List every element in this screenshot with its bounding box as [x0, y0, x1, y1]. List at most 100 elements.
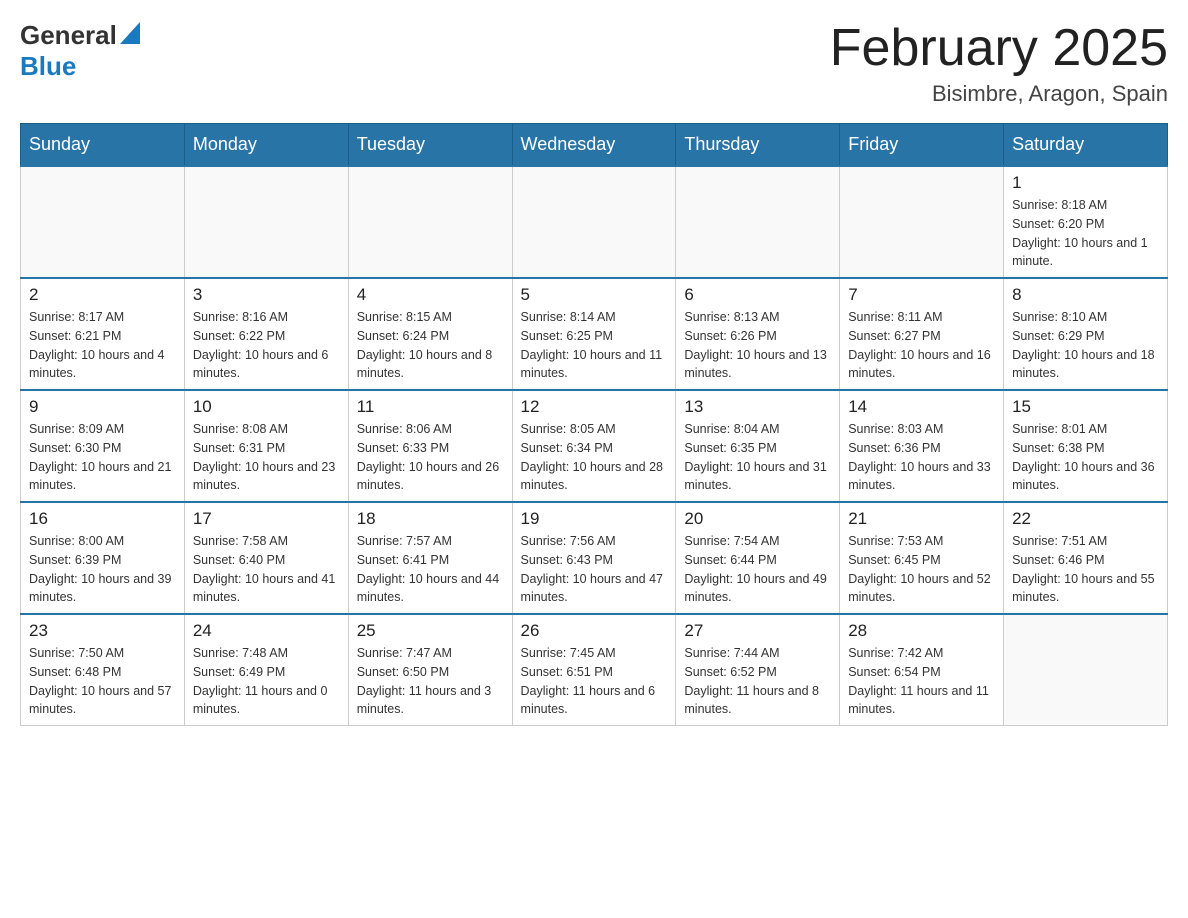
- day-number: 4: [357, 285, 504, 305]
- calendar-cell: 20 Sunrise: 7:54 AM Sunset: 6:44 PM Dayli…: [676, 502, 840, 614]
- weekday-header-thursday: Thursday: [676, 124, 840, 167]
- logo-blue: Blue: [20, 51, 76, 81]
- day-info: Sunrise: 8:04 AM Sunset: 6:35 PM Dayligh…: [684, 420, 831, 495]
- calendar-cell: 5 Sunrise: 8:14 AM Sunset: 6:25 PM Daylig…: [512, 278, 676, 390]
- day-info: Sunrise: 7:57 AM Sunset: 6:41 PM Dayligh…: [357, 532, 504, 607]
- calendar-cell: [512, 166, 676, 278]
- day-info: Sunrise: 8:17 AM Sunset: 6:21 PM Dayligh…: [29, 308, 176, 383]
- weekday-header-wednesday: Wednesday: [512, 124, 676, 167]
- calendar-week-5: 23 Sunrise: 7:50 AM Sunset: 6:48 PM Dayli…: [21, 614, 1168, 726]
- day-info: Sunrise: 7:54 AM Sunset: 6:44 PM Dayligh…: [684, 532, 831, 607]
- day-info: Sunrise: 7:48 AM Sunset: 6:49 PM Dayligh…: [193, 644, 340, 719]
- day-number: 15: [1012, 397, 1159, 417]
- calendar-cell: 9Sunrise: 8:09 AM Sunset: 6:30 PM Daylig…: [21, 390, 185, 502]
- day-number: 14: [848, 397, 995, 417]
- logo-triangle-icon: [120, 22, 140, 44]
- weekday-header-friday: Friday: [840, 124, 1004, 167]
- calendar-cell: 26Sunrise: 7:45 AM Sunset: 6:51 PM Dayli…: [512, 614, 676, 726]
- weekday-header-monday: Monday: [184, 124, 348, 167]
- weekday-header-sunday: Sunday: [21, 124, 185, 167]
- day-number: 18: [357, 509, 504, 529]
- calendar-week-2: 2 Sunrise: 8:17 AM Sunset: 6:21 PM Daylig…: [21, 278, 1168, 390]
- day-info: Sunrise: 7:47 AM Sunset: 6:50 PM Dayligh…: [357, 644, 504, 719]
- day-number: 5: [521, 285, 668, 305]
- day-number: 27: [684, 621, 831, 641]
- day-info: Sunrise: 8:13 AM Sunset: 6:26 PM Dayligh…: [684, 308, 831, 383]
- title-block: February 2025 Bisimbre, Aragon, Spain: [830, 20, 1168, 107]
- logo: General Blue: [20, 20, 140, 82]
- calendar-cell: [184, 166, 348, 278]
- calendar-cell: 8 Sunrise: 8:10 AM Sunset: 6:29 PM Daylig…: [1004, 278, 1168, 390]
- calendar-cell: [1004, 614, 1168, 726]
- calendar-week-1: 1 Sunrise: 8:18 AM Sunset: 6:20 PM Daylig…: [21, 166, 1168, 278]
- calendar-cell: 7 Sunrise: 8:11 AM Sunset: 6:27 PM Daylig…: [840, 278, 1004, 390]
- calendar-cell: 17 Sunrise: 7:58 AM Sunset: 6:40 PM Dayli…: [184, 502, 348, 614]
- day-number: 6: [684, 285, 831, 305]
- day-number: 8: [1012, 285, 1159, 305]
- day-info: Sunrise: 7:53 AM Sunset: 6:45 PM Dayligh…: [848, 532, 995, 607]
- day-info: Sunrise: 8:14 AM Sunset: 6:25 PM Dayligh…: [521, 308, 668, 383]
- day-info: Sunrise: 7:51 AM Sunset: 6:46 PM Dayligh…: [1012, 532, 1159, 607]
- day-number: 22: [1012, 509, 1159, 529]
- day-info: Sunrise: 8:05 AM Sunset: 6:34 PM Dayligh…: [521, 420, 668, 495]
- day-number: 3: [193, 285, 340, 305]
- day-number: 24: [193, 621, 340, 641]
- calendar-cell: 11Sunrise: 8:06 AM Sunset: 6:33 PM Dayli…: [348, 390, 512, 502]
- calendar-cell: 27Sunrise: 7:44 AM Sunset: 6:52 PM Dayli…: [676, 614, 840, 726]
- calendar-cell: 23 Sunrise: 7:50 AM Sunset: 6:48 PM Dayli…: [21, 614, 185, 726]
- weekday-header-tuesday: Tuesday: [348, 124, 512, 167]
- day-info: Sunrise: 7:58 AM Sunset: 6:40 PM Dayligh…: [193, 532, 340, 607]
- day-number: 17: [193, 509, 340, 529]
- weekday-header-row: SundayMondayTuesdayWednesdayThursdayFrid…: [21, 124, 1168, 167]
- weekday-header-saturday: Saturday: [1004, 124, 1168, 167]
- calendar-week-4: 16 Sunrise: 8:00 AM Sunset: 6:39 PM Dayli…: [21, 502, 1168, 614]
- calendar-cell: 4 Sunrise: 8:15 AM Sunset: 6:24 PM Daylig…: [348, 278, 512, 390]
- day-info: Sunrise: 8:00 AM Sunset: 6:39 PM Dayligh…: [29, 532, 176, 607]
- day-info: Sunrise: 8:15 AM Sunset: 6:24 PM Dayligh…: [357, 308, 504, 383]
- calendar-cell: 1 Sunrise: 8:18 AM Sunset: 6:20 PM Daylig…: [1004, 166, 1168, 278]
- day-number: 1: [1012, 173, 1159, 193]
- day-info: Sunrise: 8:10 AM Sunset: 6:29 PM Dayligh…: [1012, 308, 1159, 383]
- day-number: 20: [684, 509, 831, 529]
- calendar-cell: 3 Sunrise: 8:16 AM Sunset: 6:22 PM Daylig…: [184, 278, 348, 390]
- day-info: Sunrise: 8:16 AM Sunset: 6:22 PM Dayligh…: [193, 308, 340, 383]
- calendar-cell: [676, 166, 840, 278]
- day-number: 21: [848, 509, 995, 529]
- calendar-cell: 13Sunrise: 8:04 AM Sunset: 6:35 PM Dayli…: [676, 390, 840, 502]
- day-info: Sunrise: 8:06 AM Sunset: 6:33 PM Dayligh…: [357, 420, 504, 495]
- day-info: Sunrise: 7:42 AM Sunset: 6:54 PM Dayligh…: [848, 644, 995, 719]
- calendar-cell: 22 Sunrise: 7:51 AM Sunset: 6:46 PM Dayli…: [1004, 502, 1168, 614]
- calendar-cell: 2 Sunrise: 8:17 AM Sunset: 6:21 PM Daylig…: [21, 278, 185, 390]
- calendar-cell: [840, 166, 1004, 278]
- calendar-cell: [348, 166, 512, 278]
- calendar-cell: 14 Sunrise: 8:03 AM Sunset: 6:36 PM Dayli…: [840, 390, 1004, 502]
- day-info: Sunrise: 8:09 AM Sunset: 6:30 PM Dayligh…: [29, 420, 176, 495]
- calendar-cell: 24 Sunrise: 7:48 AM Sunset: 6:49 PM Dayli…: [184, 614, 348, 726]
- calendar-cell: 21 Sunrise: 7:53 AM Sunset: 6:45 PM Dayli…: [840, 502, 1004, 614]
- day-info: Sunrise: 8:01 AM Sunset: 6:38 PM Dayligh…: [1012, 420, 1159, 495]
- day-number: 28: [848, 621, 995, 641]
- day-number: 25: [357, 621, 504, 641]
- calendar-cell: 12Sunrise: 8:05 AM Sunset: 6:34 PM Dayli…: [512, 390, 676, 502]
- calendar-cell: 18 Sunrise: 7:57 AM Sunset: 6:41 PM Dayli…: [348, 502, 512, 614]
- day-info: Sunrise: 8:18 AM Sunset: 6:20 PM Dayligh…: [1012, 196, 1159, 271]
- calendar-table: SundayMondayTuesdayWednesdayThursdayFrid…: [20, 123, 1168, 726]
- day-info: Sunrise: 8:08 AM Sunset: 6:31 PM Dayligh…: [193, 420, 340, 495]
- day-info: Sunrise: 7:50 AM Sunset: 6:48 PM Dayligh…: [29, 644, 176, 719]
- day-info: Sunrise: 8:03 AM Sunset: 6:36 PM Dayligh…: [848, 420, 995, 495]
- logo-general: General: [20, 20, 117, 51]
- page-header: General Blue February 2025 Bisimbre, Ara…: [20, 20, 1168, 107]
- calendar-cell: 15 Sunrise: 8:01 AM Sunset: 6:38 PM Dayli…: [1004, 390, 1168, 502]
- calendar-cell: 16 Sunrise: 8:00 AM Sunset: 6:39 PM Dayli…: [21, 502, 185, 614]
- day-number: 16: [29, 509, 176, 529]
- day-number: 10: [193, 397, 340, 417]
- day-number: 2: [29, 285, 176, 305]
- calendar-cell: 25 Sunrise: 7:47 AM Sunset: 6:50 PM Dayli…: [348, 614, 512, 726]
- day-number: 7: [848, 285, 995, 305]
- day-number: 23: [29, 621, 176, 641]
- calendar-header: SundayMondayTuesdayWednesdayThursdayFrid…: [21, 124, 1168, 167]
- day-number: 26: [521, 621, 668, 641]
- month-title: February 2025: [830, 20, 1168, 77]
- calendar-cell: 19Sunrise: 7:56 AM Sunset: 6:43 PM Dayli…: [512, 502, 676, 614]
- day-info: Sunrise: 8:11 AM Sunset: 6:27 PM Dayligh…: [848, 308, 995, 383]
